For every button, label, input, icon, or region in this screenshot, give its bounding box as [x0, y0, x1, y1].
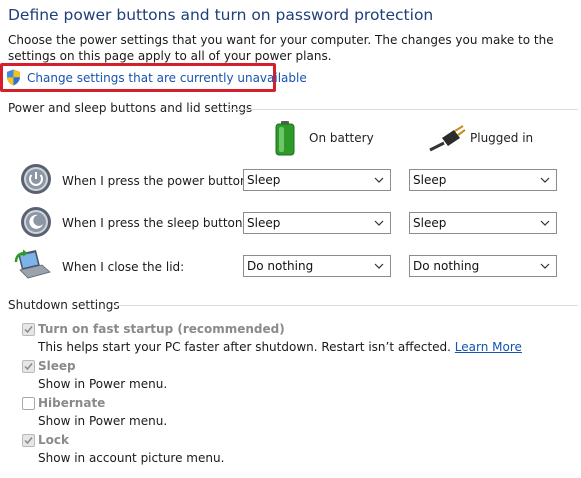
shutdown-group-title: Shutdown settings — [8, 298, 120, 312]
hibernate-title: Hibernate — [38, 396, 106, 410]
on-battery-header: On battery — [309, 131, 374, 145]
page-title: Define power buttons and turn on passwor… — [8, 6, 434, 24]
checkmark-icon — [24, 437, 33, 445]
battery-icon — [275, 121, 295, 156]
sleep-desc: Show in Power menu. — [38, 377, 168, 391]
sleep-button-battery-select[interactable]: Sleep — [243, 212, 391, 234]
group-divider — [228, 109, 578, 110]
chevron-down-icon — [374, 177, 384, 183]
chevron-down-icon — [540, 220, 550, 226]
power-button-plugged-select[interactable]: Sleep — [409, 169, 557, 191]
fast-startup-checkbox[interactable] — [22, 323, 35, 336]
select-value: Sleep — [413, 216, 447, 230]
sleep-button-label: When I press the sleep button: — [62, 216, 247, 230]
chevron-down-icon — [374, 220, 384, 226]
chevron-down-icon — [540, 177, 550, 183]
uac-shield-icon — [7, 69, 20, 86]
power-button-battery-select[interactable]: Sleep — [243, 169, 391, 191]
power-button-label: When I press the power button: — [62, 174, 252, 188]
chevron-down-icon — [374, 263, 384, 269]
power-button-icon — [21, 164, 51, 194]
sleep-title: Sleep — [38, 359, 76, 373]
power-group-title: Power and sleep buttons and lid settings — [8, 101, 253, 115]
lock-desc: Show in account picture menu. — [38, 451, 225, 465]
learn-more-link[interactable]: Learn More — [455, 340, 522, 354]
select-value: Sleep — [413, 173, 447, 187]
close-lid-plugged-select[interactable]: Do nothing — [409, 255, 557, 277]
sleep-button-plugged-select[interactable]: Sleep — [409, 212, 557, 234]
checkmark-icon — [24, 363, 33, 371]
change-settings-link[interactable]: Change settings that are currently unava… — [27, 71, 307, 85]
laptop-lid-icon — [14, 249, 51, 279]
checkmark-icon — [24, 326, 33, 334]
power-plug-icon — [429, 125, 466, 152]
plugged-in-header: Plugged in — [470, 131, 534, 145]
select-value: Sleep — [247, 173, 281, 187]
select-value: Do nothing — [247, 259, 314, 273]
close-lid-battery-select[interactable]: Do nothing — [243, 255, 391, 277]
hibernate-checkbox[interactable] — [22, 397, 35, 410]
sleep-checkbox[interactable] — [22, 360, 35, 373]
close-lid-label: When I close the lid: — [62, 260, 185, 274]
page-description: Choose the power settings that you want … — [8, 33, 554, 63]
select-value: Do nothing — [413, 259, 480, 273]
lock-checkbox[interactable] — [22, 434, 35, 447]
fast-startup-title: Turn on fast startup (recommended) — [38, 322, 285, 336]
group-divider — [114, 305, 578, 306]
sleep-button-icon — [21, 207, 51, 237]
fast-startup-desc-text: This helps start your PC faster after sh… — [38, 340, 451, 354]
select-value: Sleep — [247, 216, 281, 230]
lock-title: Lock — [38, 433, 69, 447]
chevron-down-icon — [540, 263, 550, 269]
hibernate-desc: Show in Power menu. — [38, 414, 168, 428]
fast-startup-desc: This helps start your PC faster after sh… — [38, 340, 522, 354]
